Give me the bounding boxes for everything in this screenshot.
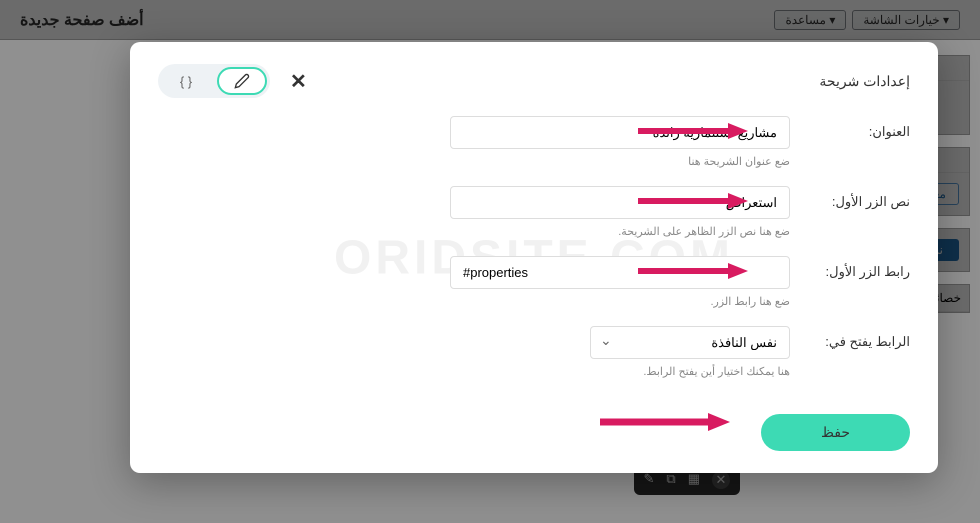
hint-target: هنا يمكنك اختيار أين يفتح الرابط. — [278, 365, 790, 378]
hint-btn1-text: ضع هنا نص الزر الظاهر على الشريحة. — [278, 225, 790, 238]
arrow-annotation — [600, 410, 730, 434]
close-button[interactable]: ✕ — [290, 69, 307, 94]
label-title: العنوان: — [810, 116, 910, 140]
label-target: الرابط يفتح في: — [810, 326, 910, 350]
row-btn1-text: نص الزر الأول: ضع هنا نص الزر الظاهر على… — [278, 186, 910, 238]
save-button[interactable]: حفظ — [761, 414, 910, 451]
label-btn1-link: رابط الزر الأول: — [810, 256, 910, 280]
select-target[interactable]: نفس النافذة — [590, 326, 790, 359]
slide-settings-modal: ORIDSITE.COM إعدادات شريحة { } ✕ العنوان… — [130, 42, 938, 473]
input-btn1-text[interactable] — [450, 186, 790, 219]
row-btn1-link: رابط الزر الأول: ضع هنا رابط الزر. — [278, 256, 910, 308]
design-view-toggle[interactable] — [217, 67, 267, 95]
input-title[interactable] — [450, 116, 790, 149]
modal-footer: حفظ — [158, 404, 910, 451]
label-btn1-text: نص الزر الأول: — [810, 186, 910, 210]
hint-btn1-link: ضع هنا رابط الزر. — [278, 295, 790, 308]
modal-title: إعدادات شريحة — [819, 73, 910, 90]
form-body: العنوان: ضع عنوان الشريحة هنا نص الزر ال… — [158, 116, 910, 404]
row-target: الرابط يفتح في: نفس النافذة هنا يمكنك اخ… — [278, 326, 910, 378]
modal-header: إعدادات شريحة { } ✕ — [158, 64, 910, 98]
view-toggle: { } — [158, 64, 270, 98]
row-title: العنوان: ضع عنوان الشريحة هنا — [278, 116, 910, 168]
code-view-toggle[interactable]: { } — [161, 67, 211, 95]
input-btn1-link[interactable] — [450, 256, 790, 289]
hint-title: ضع عنوان الشريحة هنا — [278, 155, 790, 168]
